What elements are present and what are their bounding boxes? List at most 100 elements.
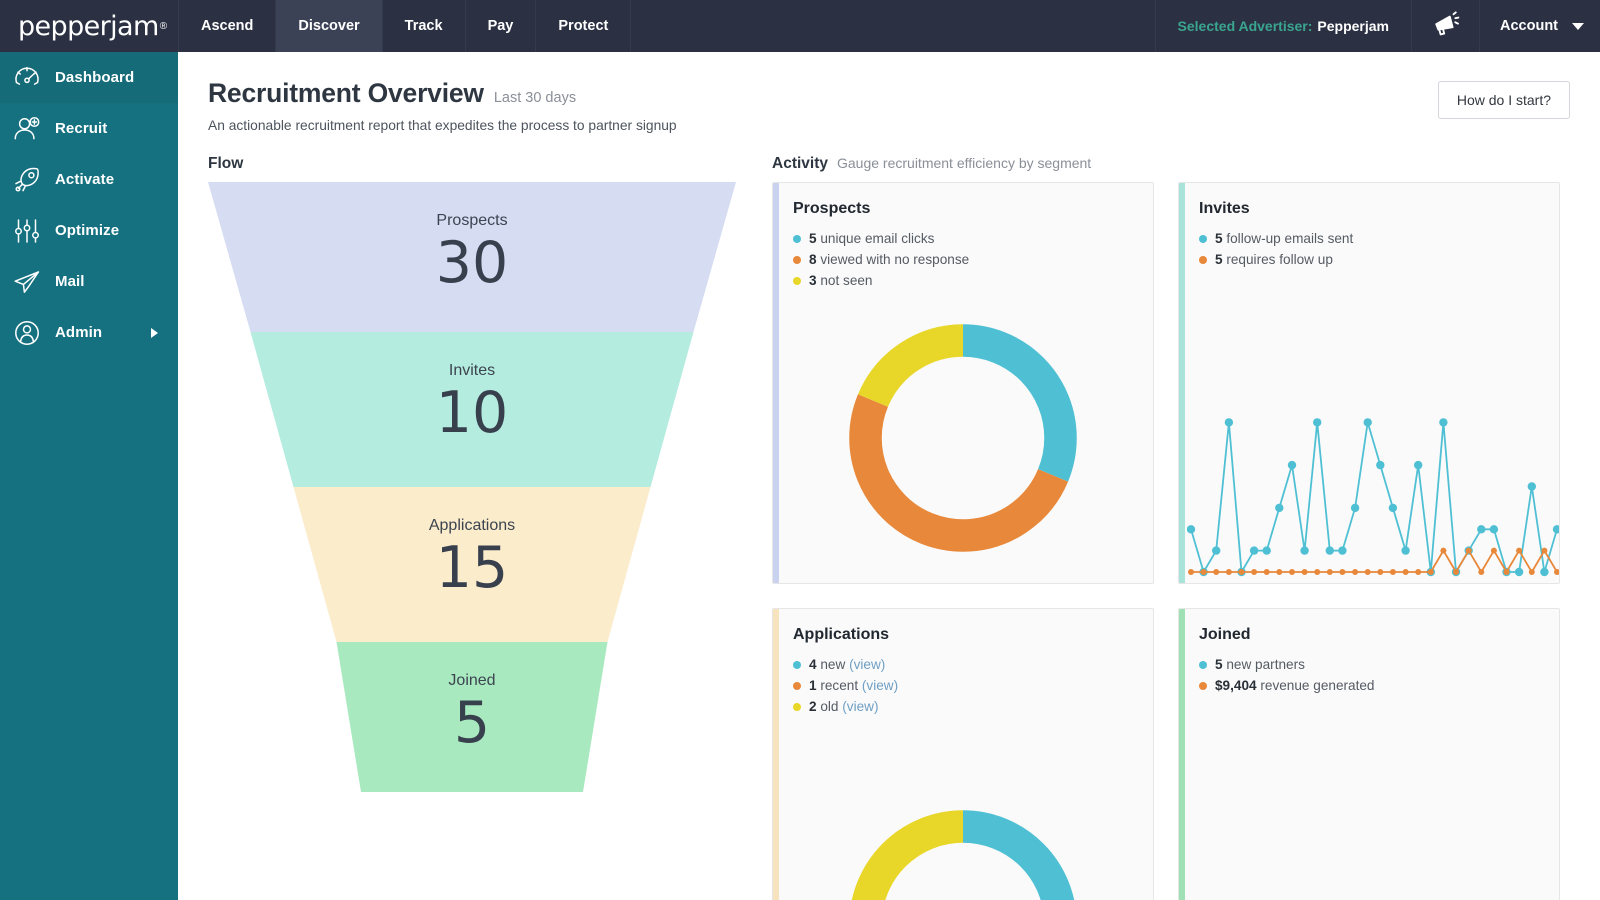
- line-marker[interactable]: [1478, 569, 1484, 575]
- view-link[interactable]: (view): [842, 699, 878, 714]
- line-marker[interactable]: [1276, 569, 1282, 575]
- legend-dot-icon: [1199, 661, 1207, 669]
- line-marker[interactable]: [1554, 569, 1560, 575]
- line-marker[interactable]: [1529, 569, 1535, 575]
- sidebar-item-recruit[interactable]: Recruit: [0, 103, 178, 154]
- line-marker[interactable]: [1377, 569, 1383, 575]
- line-marker[interactable]: [1314, 569, 1320, 575]
- account-menu[interactable]: Account: [1479, 0, 1600, 52]
- nav-tab-track[interactable]: Track: [383, 0, 466, 52]
- line-marker[interactable]: [1313, 418, 1321, 426]
- sidebar-item-optimize[interactable]: Optimize: [0, 205, 178, 256]
- line-marker[interactable]: [1302, 569, 1308, 575]
- line-marker[interactable]: [1352, 569, 1358, 575]
- selected-advertiser[interactable]: Selected Advertiser: Pepperjam: [1155, 0, 1411, 52]
- line-marker[interactable]: [1338, 546, 1346, 554]
- legend-text: 3 not seen: [809, 270, 873, 291]
- nav-tab-discover[interactable]: Discover: [276, 0, 382, 52]
- line-marker[interactable]: [1263, 546, 1271, 554]
- funnel-segment-invites[interactable]: [251, 332, 694, 487]
- funnel-segment-applications[interactable]: [294, 487, 651, 642]
- line-marker[interactable]: [1365, 569, 1371, 575]
- activity-card-joined: Joined5 new partners$9,404 revenue gener…: [1178, 608, 1560, 900]
- nav-tab-protect[interactable]: Protect: [536, 0, 631, 52]
- view-link[interactable]: (view): [862, 678, 898, 693]
- view-link[interactable]: (view): [849, 657, 885, 672]
- line-marker[interactable]: [1250, 546, 1258, 554]
- sidebar-item-label: Optimize: [55, 222, 119, 239]
- funnel-segment-joined[interactable]: [337, 642, 608, 792]
- funnel-segment-prospects[interactable]: [208, 182, 736, 332]
- line-marker[interactable]: [1515, 568, 1523, 576]
- user-circle-icon: [12, 318, 42, 348]
- line-marker[interactable]: [1289, 569, 1295, 575]
- line-marker[interactable]: [1490, 525, 1498, 533]
- line-marker[interactable]: [1212, 546, 1220, 554]
- line-marker[interactable]: [1275, 504, 1283, 512]
- nav-tab-pay[interactable]: Pay: [466, 0, 537, 52]
- line-marker[interactable]: [1264, 569, 1270, 575]
- line-marker[interactable]: [1491, 548, 1497, 554]
- recruitment-funnel-chart: Prospects30Invites10Applications15Joined…: [208, 182, 736, 792]
- legend-description: requires follow up: [1226, 252, 1333, 267]
- line-marker[interactable]: [1466, 548, 1472, 554]
- line-marker[interactable]: [1364, 418, 1372, 426]
- activity-card-applications: Applications4 new (view)1 recent (view)2…: [772, 608, 1154, 900]
- legend-text: 2 old (view): [809, 696, 879, 717]
- line-marker[interactable]: [1251, 569, 1257, 575]
- dashboard-content: Flow Prospects30Invites10Applications15J…: [178, 155, 1600, 900]
- line-marker[interactable]: [1390, 569, 1396, 575]
- line-marker[interactable]: [1401, 546, 1409, 554]
- line-marker[interactable]: [1553, 525, 1560, 533]
- line-marker[interactable]: [1327, 569, 1333, 575]
- line-marker[interactable]: [1477, 525, 1485, 533]
- legend-value: 4: [809, 657, 817, 672]
- legend-value: 3: [809, 273, 817, 288]
- line-marker[interactable]: [1326, 546, 1334, 554]
- legend-dot-icon: [793, 235, 801, 243]
- legend-description: follow-up emails sent: [1226, 231, 1353, 246]
- line-marker[interactable]: [1351, 504, 1359, 512]
- sidebar-item-activate[interactable]: Activate: [0, 154, 178, 205]
- line-marker[interactable]: [1528, 482, 1536, 490]
- primary-nav-tabs: AscendDiscoverTrack Pay Protect: [178, 0, 631, 52]
- legend-dot-icon: [793, 277, 801, 285]
- sidebar-item-dashboard[interactable]: Dashboard: [0, 52, 178, 103]
- line-marker[interactable]: [1201, 569, 1207, 575]
- line-marker[interactable]: [1288, 461, 1296, 469]
- line-marker[interactable]: [1439, 418, 1447, 426]
- sidebar-item-label: Mail: [55, 273, 85, 290]
- sidebar-item-admin[interactable]: Admin: [0, 307, 178, 358]
- line-marker[interactable]: [1414, 461, 1422, 469]
- line-marker[interactable]: [1300, 546, 1308, 554]
- announcements-button[interactable]: [1411, 0, 1479, 52]
- line-marker[interactable]: [1540, 568, 1548, 576]
- line-marker[interactable]: [1225, 418, 1233, 426]
- nav-tab-label: Pay: [488, 18, 514, 34]
- line-marker[interactable]: [1188, 569, 1194, 575]
- line-marker[interactable]: [1226, 569, 1232, 575]
- line-marker[interactable]: [1516, 548, 1522, 554]
- legend-text: 4 new (view): [809, 654, 885, 675]
- legend-value: 5: [1215, 231, 1223, 246]
- pepperjam-logo[interactable]: pepperjam®: [0, 0, 178, 52]
- line-marker[interactable]: [1428, 569, 1434, 575]
- line-marker[interactable]: [1440, 548, 1446, 554]
- line-marker[interactable]: [1389, 504, 1397, 512]
- line-marker[interactable]: [1187, 525, 1195, 533]
- how-do-i-start-button[interactable]: How do I start?: [1438, 81, 1570, 119]
- line-marker[interactable]: [1339, 569, 1345, 575]
- line-marker[interactable]: [1376, 461, 1384, 469]
- line-marker[interactable]: [1453, 569, 1459, 575]
- nav-tab-label: Protect: [558, 18, 608, 34]
- legend-value: 8: [809, 252, 817, 267]
- legend-text: 5 new partners: [1215, 654, 1305, 675]
- line-marker[interactable]: [1213, 569, 1219, 575]
- line-marker[interactable]: [1541, 548, 1547, 554]
- sidebar-item-mail[interactable]: Mail: [0, 256, 178, 307]
- line-marker[interactable]: [1504, 569, 1510, 575]
- nav-tab-ascend[interactable]: Ascend: [178, 0, 276, 52]
- line-marker[interactable]: [1415, 569, 1421, 575]
- line-marker[interactable]: [1403, 569, 1409, 575]
- line-marker[interactable]: [1239, 569, 1245, 575]
